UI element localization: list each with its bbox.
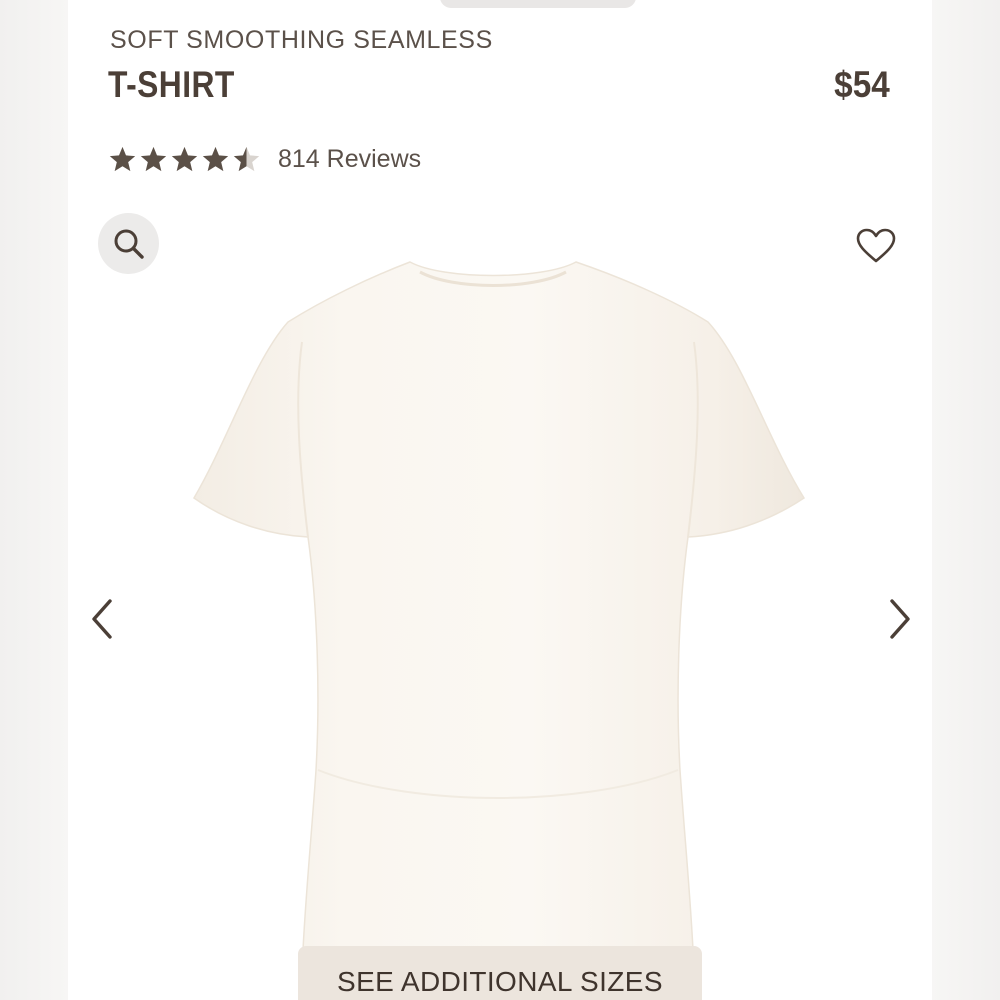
right-backdrop <box>932 0 1000 1000</box>
chevron-right-icon <box>890 599 910 639</box>
chevron-left-icon <box>92 599 112 639</box>
heart-icon <box>856 228 896 263</box>
star-icon <box>140 146 167 171</box>
star-icon <box>109 146 136 171</box>
product-title: T-SHIRT <box>108 64 235 105</box>
favorite-button[interactable] <box>854 224 898 268</box>
star-icon <box>171 146 198 171</box>
star-icon <box>233 146 260 171</box>
previous-image-button[interactable] <box>82 594 122 644</box>
zoom-search-button[interactable] <box>98 213 159 274</box>
sheet-handle[interactable] <box>440 0 636 8</box>
product-card: SOFT SMOOTHING SEAMLESS T-SHIRT $54 814 … <box>68 0 932 1000</box>
next-image-button[interactable] <box>880 594 920 644</box>
product-image[interactable] <box>168 250 832 970</box>
product-price: $54 <box>834 64 890 105</box>
rating-stars <box>108 145 261 174</box>
product-subtitle: SOFT SMOOTHING SEAMLESS <box>110 26 493 54</box>
left-backdrop <box>0 0 68 1000</box>
product-rating[interactable]: 814 Reviews <box>108 140 421 178</box>
review-count-link[interactable]: 814 Reviews <box>278 145 421 174</box>
search-icon <box>114 229 144 259</box>
star-icon <box>202 146 229 171</box>
see-additional-sizes-button[interactable]: SEE ADDITIONAL SIZES <box>298 946 702 1000</box>
